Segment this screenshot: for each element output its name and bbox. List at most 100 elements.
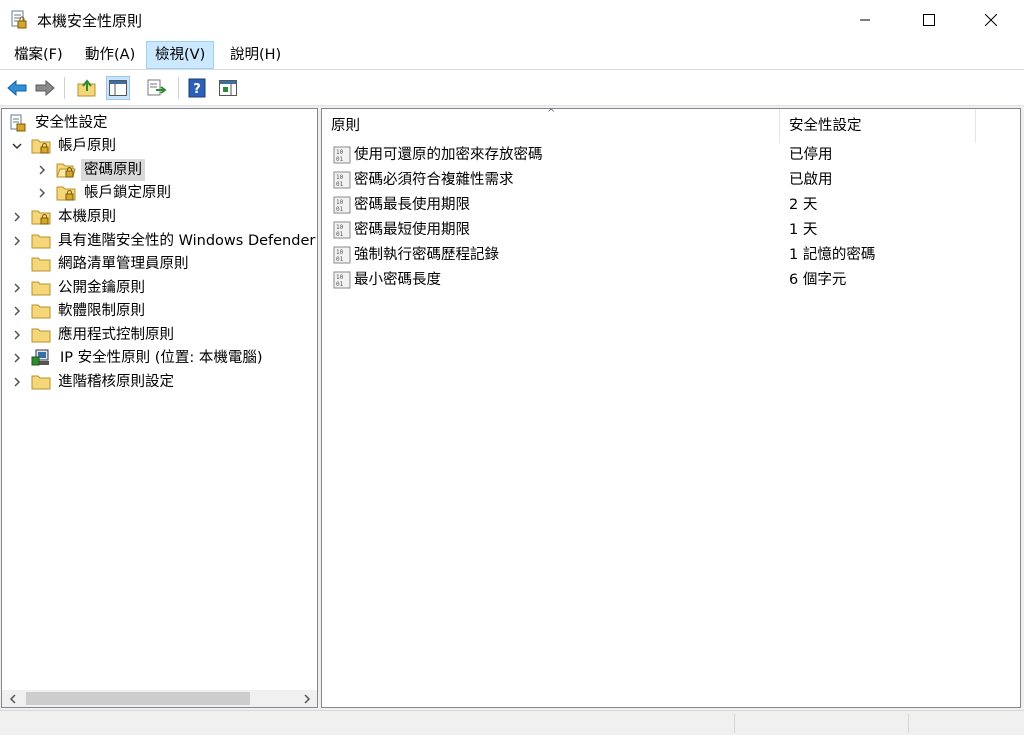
folder-icon	[31, 302, 51, 320]
minimize-button[interactable]	[842, 0, 888, 40]
menu-file[interactable]: 檔案(F)	[6, 41, 71, 69]
tree-item-label: 密碼原則	[81, 159, 145, 181]
up-one-level-button[interactable]	[75, 76, 99, 100]
menu-action[interactable]: 動作(A)	[77, 41, 143, 69]
policy-setting-value: 2 天	[789, 197, 818, 213]
chevron-down-icon[interactable]	[11, 135, 23, 157]
tree-item-label: 進階稽核原則設定	[58, 374, 174, 390]
chevron-right-icon[interactable]	[11, 230, 23, 252]
security-settings-icon	[8, 114, 28, 132]
policy-setting-icon: 10 01	[333, 146, 351, 164]
chevron-right-icon[interactable]	[36, 182, 48, 204]
ip-security-computer-icon	[31, 349, 51, 367]
status-bar	[0, 710, 1024, 735]
policy-name: 密碼最長使用期限	[354, 197, 470, 213]
policy-row[interactable]: 10 01 密碼必須符合複雜性需求 已啟用	[322, 168, 1020, 193]
policy-row[interactable]: 10 01 使用可還原的加密來存放密碼 已停用	[322, 143, 1020, 168]
policy-setting-value: 6 個字元	[789, 272, 847, 288]
locked-folder-icon	[56, 184, 76, 202]
tree-item-advanced-audit[interactable]: 進階稽核原則設定	[2, 371, 317, 393]
tree-item-label: IP 安全性原則 (位置: 本機電腦)	[60, 350, 263, 366]
show-hide-console-tree-button[interactable]	[106, 76, 130, 100]
tree-item-software-restriction[interactable]: 軟體限制原則	[2, 300, 317, 322]
policy-row[interactable]: 10 01 最小密碼長度 6 個字元	[322, 268, 1020, 293]
export-list-button[interactable]	[145, 76, 169, 100]
policy-setting-icon: 10 01	[333, 196, 351, 214]
menu-bar: 檔案(F) 動作(A) 檢視(V) 說明(H)	[0, 40, 1024, 70]
folder-icon	[31, 279, 51, 297]
console-tree-pane: 安全性設定 帳戶原則 密碼原則 帳戶鎖定原則 本機原則 具有進階安全性的 Win…	[1, 108, 318, 708]
svg-text:10: 10	[336, 274, 344, 281]
policy-name: 使用可還原的加密來存放密碼	[354, 147, 543, 163]
toolbar-separator	[178, 77, 179, 99]
policy-row[interactable]: 10 01 密碼最短使用期限 1 天	[322, 218, 1020, 243]
tree-item-label: 公開金鑰原則	[58, 280, 145, 296]
chevron-right-icon[interactable]	[11, 347, 23, 369]
svg-text:01: 01	[336, 206, 344, 213]
locked-folder-icon	[31, 208, 51, 226]
up-folder-icon	[77, 79, 96, 97]
tree-item-password-policy[interactable]: 密碼原則	[2, 159, 317, 181]
svg-text:01: 01	[336, 181, 344, 188]
local-security-policy-window: 本機安全性原則 檔案(F) 動作(A) 檢視(V) 說明(H) ? 安全性設定 …	[0, 0, 1024, 735]
tree-item-application-control[interactable]: 應用程式控制原則	[2, 324, 317, 346]
tree-item-public-key-policies[interactable]: 公開金鑰原則	[2, 277, 317, 299]
policy-setting-icon: 10 01	[333, 246, 351, 264]
tree-item-account-policies[interactable]: 帳戶原則	[2, 135, 317, 157]
policy-setting-value: 已停用	[789, 147, 833, 163]
tree-item-security-settings[interactable]: 安全性設定	[2, 112, 317, 134]
show-hide-action-pane-button[interactable]	[216, 76, 240, 100]
menu-view[interactable]: 檢視(V)	[146, 41, 215, 69]
chevron-right-icon[interactable]	[11, 300, 23, 322]
tree-horizontal-scrollbar[interactable]	[2, 690, 317, 707]
tree-item-windows-defender-firewall[interactable]: 具有進階安全性的 Windows Defender 防火牆	[2, 230, 317, 252]
forward-button[interactable]	[33, 76, 57, 100]
policy-setting-value: 1 記憶的密碼	[789, 247, 876, 263]
chevron-right-icon[interactable]	[36, 159, 48, 181]
security-policy-app-icon	[10, 10, 28, 30]
toolbar-separator	[64, 77, 65, 99]
svg-text:10: 10	[336, 199, 344, 206]
svg-text:01: 01	[336, 256, 344, 263]
maximize-button[interactable]	[906, 0, 952, 40]
status-divider	[908, 714, 909, 733]
tree-item-label: 帳戶原則	[58, 138, 116, 154]
svg-text:10: 10	[336, 249, 344, 256]
folder-icon	[31, 255, 51, 273]
chevron-right-icon[interactable]	[11, 324, 23, 346]
tree-item-label: 應用程式控制原則	[58, 327, 174, 343]
tree-item-network-list-manager[interactable]: 網路清單管理員原則	[2, 253, 317, 275]
chevron-right-icon[interactable]	[11, 277, 23, 299]
policy-row[interactable]: 10 01 強制執行密碼歷程記錄 1 記憶的密碼	[322, 243, 1020, 268]
svg-text:01: 01	[336, 231, 344, 238]
close-button[interactable]	[968, 0, 1014, 40]
scroll-right-icon[interactable]	[298, 690, 315, 707]
chevron-right-icon[interactable]	[11, 371, 23, 393]
policy-setting-value: 1 天	[789, 222, 818, 238]
svg-text:?: ?	[193, 82, 201, 97]
svg-text:10: 10	[336, 149, 344, 156]
policy-setting-value: 已啟用	[789, 172, 833, 188]
tree-item-label: 本機原則	[58, 209, 116, 225]
scroll-left-icon[interactable]	[4, 690, 21, 707]
back-button[interactable]	[5, 76, 29, 100]
tree-item-label: 安全性設定	[35, 115, 108, 131]
scrollbar-thumb[interactable]	[26, 692, 250, 705]
policy-name: 密碼必須符合複雜性需求	[354, 172, 514, 188]
policy-name: 強制執行密碼歷程記錄	[354, 247, 499, 263]
tree-item-ip-security-policies[interactable]: IP 安全性原則 (位置: 本機電腦)	[2, 347, 317, 369]
toolbar: ?	[0, 71, 1024, 106]
column-header-security-setting[interactable]: 安全性設定	[780, 109, 976, 143]
tree-item-label: 帳戶鎖定原則	[84, 185, 171, 201]
tree-item-label: 具有進階安全性的 Windows Defender 防火牆	[58, 233, 317, 249]
help-button[interactable]: ?	[185, 76, 209, 100]
chevron-right-icon[interactable]	[11, 206, 23, 228]
tree-item-account-lockout-policy[interactable]: 帳戶鎖定原則	[2, 182, 317, 204]
locked-folder-open-icon	[56, 161, 76, 179]
tree-item-local-policies[interactable]: 本機原則	[2, 206, 317, 228]
column-header-policy[interactable]: 原則	[322, 109, 780, 143]
policy-row[interactable]: 10 01 密碼最長使用期限 2 天	[322, 193, 1020, 218]
main-area: 安全性設定 帳戶原則 密碼原則 帳戶鎖定原則 本機原則 具有進階安全性的 Win…	[0, 106, 1024, 710]
menu-help[interactable]: 說明(H)	[222, 41, 289, 69]
svg-text:01: 01	[336, 281, 344, 288]
